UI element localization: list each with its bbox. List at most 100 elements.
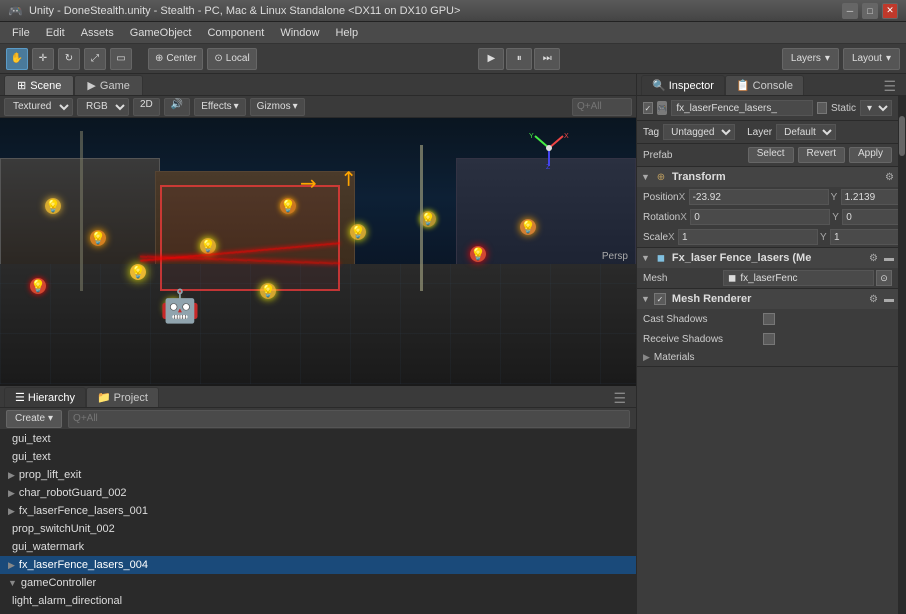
menu-file[interactable]: File: [4, 25, 38, 41]
gizmos-label: Gizmos: [257, 101, 291, 112]
audio-button[interactable]: 🔊: [164, 98, 190, 116]
transform-fold-icon: ▼: [641, 172, 650, 182]
list-item[interactable]: gui_text: [0, 448, 636, 466]
hierarchy-tab-label: Hierarchy: [28, 392, 75, 404]
revert-button[interactable]: Revert: [798, 147, 845, 163]
local-icon: ⊙: [214, 53, 222, 64]
list-item[interactable]: ▶ char_robotGuard_002: [0, 484, 636, 502]
position-y-input[interactable]: [841, 189, 898, 205]
create-arrow-icon: ▾: [48, 413, 53, 424]
list-item[interactable]: prop_switchUnit_002: [0, 520, 636, 538]
receive-shadows-checkbox[interactable]: [763, 333, 775, 345]
hierarchy-project-tabs: ☰ Hierarchy 📁 Project ☰: [0, 386, 636, 408]
tab-inspector[interactable]: 🔍 Inspector: [641, 75, 725, 95]
scale-y-input[interactable]: [830, 229, 898, 245]
render-mode-select[interactable]: Textured: [4, 98, 73, 116]
menu-gameobject[interactable]: GameObject: [122, 25, 200, 41]
cast-shadows-checkbox[interactable]: [763, 313, 775, 325]
move-tool[interactable]: ✛: [32, 48, 54, 70]
pause-button[interactable]: ⏸: [506, 48, 532, 70]
mesh-renderer-settings-icon[interactable]: ⚙: [869, 294, 878, 305]
layers-dropdown[interactable]: Layers ▾: [782, 48, 839, 70]
hierarchy-search-input[interactable]: [68, 410, 630, 428]
layer-select[interactable]: Default: [776, 124, 836, 140]
menu-window[interactable]: Window: [272, 25, 327, 41]
tab-hierarchy[interactable]: ☰ Hierarchy: [4, 387, 86, 407]
tab-game[interactable]: ▶ Game: [74, 75, 142, 95]
perspective-label: Persp: [602, 251, 628, 262]
minimize-button[interactable]: ─: [842, 3, 858, 19]
effects-button[interactable]: Effects ▾: [194, 98, 245, 116]
maximize-button[interactable]: □: [862, 3, 878, 19]
tab-scene[interactable]: ⊞ Scene: [4, 75, 74, 95]
2d-button[interactable]: 2D: [133, 98, 160, 116]
list-item[interactable]: light_alarm_directional: [0, 592, 636, 610]
list-item[interactable]: gui_watermark: [0, 538, 636, 556]
list-item-selected[interactable]: ▶ fx_laserFence_lasers_004: [0, 556, 636, 574]
effects-arrow-icon: ▾: [234, 101, 239, 112]
hand-tool[interactable]: ✋: [6, 48, 28, 70]
tag-select[interactable]: Untagged: [663, 124, 735, 140]
mesh-renderer-checkbox[interactable]: ✓: [654, 293, 666, 305]
local-button[interactable]: ⊙ Local: [207, 48, 256, 70]
active-checkbox[interactable]: ✓: [643, 102, 653, 114]
materials-row[interactable]: ▶ Materials: [637, 349, 898, 366]
inspector-scrollbar[interactable]: [898, 96, 906, 614]
list-item[interactable]: ▶ fx_laserFence_lasers_001: [0, 502, 636, 520]
mesh-renderer-header[interactable]: ▼ ✓ Mesh Renderer ⚙ ▬: [637, 289, 898, 309]
item-arrow: ▶: [8, 470, 15, 481]
object-name-input[interactable]: [671, 100, 813, 116]
inspector-scroll-thumb[interactable]: [899, 116, 905, 156]
list-item[interactable]: gui_text: [0, 430, 636, 448]
rotation-label: Rotation: [643, 212, 680, 223]
gizmos-button[interactable]: Gizmos ▾: [250, 98, 305, 116]
list-item[interactable]: ▼ gameController: [0, 574, 636, 592]
scale-y-label: Y: [820, 232, 830, 243]
layout-dropdown[interactable]: Layout ▾: [843, 48, 900, 70]
list-item[interactable]: ▶ prop_lift_exit: [0, 466, 636, 484]
hierarchy-options-button[interactable]: ☰: [607, 390, 632, 407]
menu-help[interactable]: Help: [327, 25, 366, 41]
mesh-picker-button[interactable]: ⊙: [876, 270, 892, 286]
menu-edit[interactable]: Edit: [38, 25, 73, 41]
play-button[interactable]: ▶: [478, 48, 504, 70]
rotation-y-input[interactable]: [842, 209, 898, 225]
static-dropdown[interactable]: ▾: [860, 100, 892, 116]
apply-button[interactable]: Apply: [849, 147, 892, 163]
scene-viewport[interactable]: 💡 💡 💡 💡 💡 💡: [0, 118, 636, 384]
scene-search-input[interactable]: [572, 98, 632, 116]
console-icon: 📋: [736, 79, 750, 92]
mesh-filter-header[interactable]: ▼ ◼ Fx_laser Fence_lasers (Me ⚙ ▬: [637, 248, 898, 268]
static-checkbox[interactable]: [817, 102, 827, 114]
object-header: ✓ 🎮 Static ▾: [637, 96, 898, 121]
transform-gear-icon[interactable]: ⚙: [885, 172, 894, 183]
menu-component[interactable]: Component: [199, 25, 272, 41]
inspector-icon: 🔍: [652, 79, 666, 92]
step-button[interactable]: ⏭: [534, 48, 560, 70]
rotate-tool[interactable]: ↻: [58, 48, 80, 70]
transform-header[interactable]: ▼ ⊕ Transform ⚙: [637, 167, 898, 187]
position-x-input[interactable]: [689, 189, 829, 205]
object-type-icon: 🎮: [657, 101, 668, 115]
scale-x-input[interactable]: [678, 229, 818, 245]
layer-label: Layer: [747, 127, 772, 138]
tab-console[interactable]: 📋 Console: [725, 75, 804, 95]
close-button[interactable]: ✕: [882, 3, 898, 19]
scene-game-tabs: ⊞ Scene ▶ Game: [0, 74, 636, 96]
mesh-filter-settings-icon[interactable]: ⚙: [869, 253, 878, 264]
mesh-filter-component: ▼ ◼ Fx_laser Fence_lasers (Me ⚙ ▬ Mesh ◼…: [637, 248, 898, 289]
scale-tool[interactable]: ⤢: [84, 48, 106, 70]
create-button[interactable]: Create ▾: [6, 410, 62, 428]
tab-project[interactable]: 📁 Project: [86, 387, 159, 407]
select-button[interactable]: Select: [748, 147, 794, 163]
color-mode-select[interactable]: RGB: [77, 98, 129, 116]
center-button[interactable]: ⊕ Center: [148, 48, 203, 70]
local-label: Local: [226, 53, 250, 64]
rotation-x-input[interactable]: [690, 209, 830, 225]
rect-tool[interactable]: ▭: [110, 48, 132, 70]
mesh-renderer-extra-icon: ▬: [884, 294, 894, 305]
inspector-options-button[interactable]: ☰: [877, 78, 902, 95]
menu-assets[interactable]: Assets: [73, 25, 122, 41]
inspector-tab-label: Inspector: [669, 80, 714, 92]
list-item[interactable]: camera_main: [0, 610, 636, 614]
